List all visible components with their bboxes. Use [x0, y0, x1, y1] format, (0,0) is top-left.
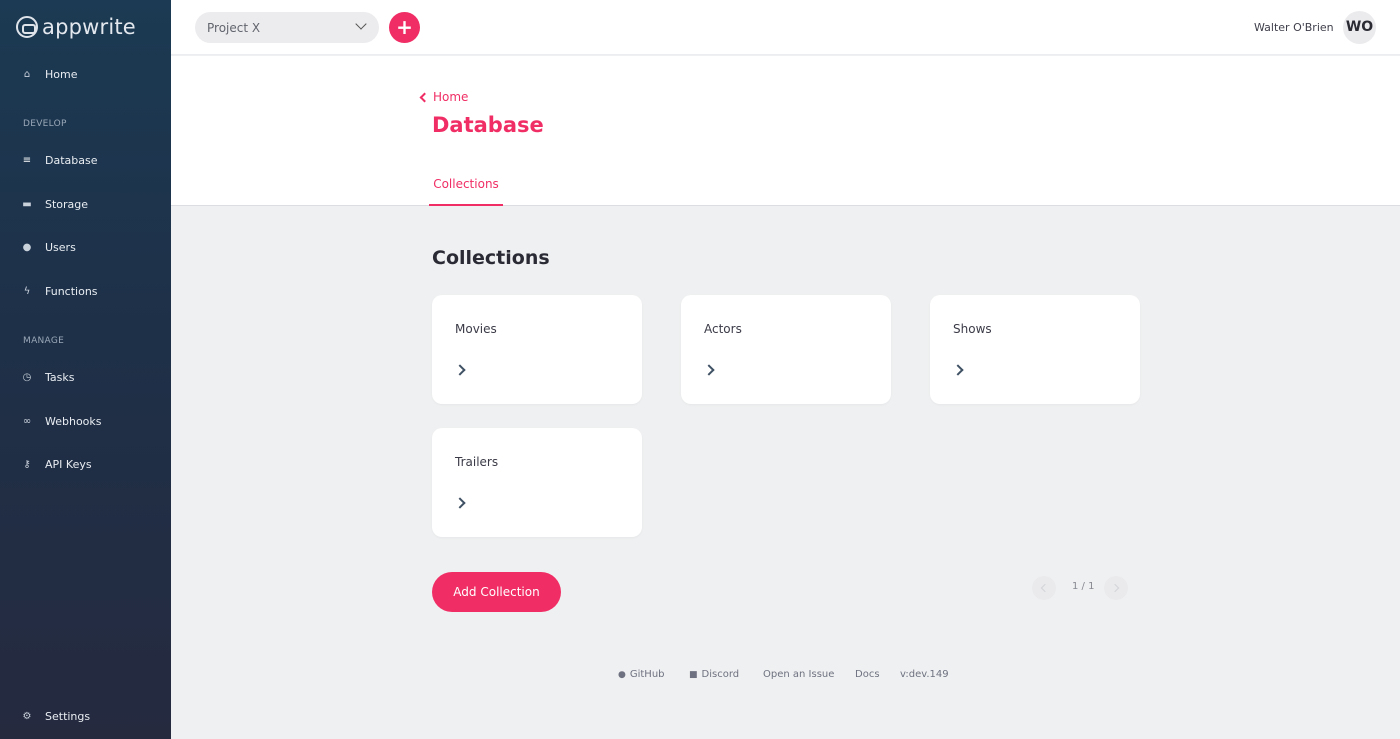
sidebar: appwrite ⌂ Home DEVELOP ≡ Database ▬ Sto…	[0, 0, 171, 739]
pagination-status: 1 / 1	[1072, 581, 1095, 592]
sidebar-item-label: Storage	[45, 198, 89, 211]
folder-icon: ▬	[22, 199, 32, 210]
breadcrumb-back-link[interactable]: Home	[419, 90, 469, 104]
sidebar-item-users[interactable]: ● Users	[21, 241, 76, 254]
sidebar-item-label: Functions	[45, 285, 98, 298]
collection-name: Movies	[455, 322, 497, 336]
sidebar-item-tasks[interactable]: ◷ Tasks	[21, 371, 75, 384]
sidebar-item-api-keys[interactable]: ⚷ API Keys	[21, 458, 92, 471]
sidebar-item-database[interactable]: ≡ Database	[21, 154, 98, 167]
github-icon: ●	[618, 669, 626, 680]
chevron-down-icon	[355, 18, 367, 30]
chevron-left-icon	[1040, 583, 1050, 593]
footer-github-label: GitHub	[629, 669, 665, 680]
key-icon: ⚷	[23, 459, 31, 470]
chevron-right-icon	[952, 364, 964, 376]
footer-version: v:dev.149	[900, 669, 949, 680]
home-icon: ⌂	[23, 69, 31, 80]
chevron-right-icon	[454, 364, 466, 376]
link-icon: ∞	[22, 416, 32, 427]
user-name[interactable]: Walter O'Brien	[1254, 21, 1334, 34]
collection-name: Shows	[953, 322, 992, 336]
clock-icon: ◷	[22, 372, 32, 383]
footer-discord-link[interactable]: ■ Discord	[689, 669, 739, 680]
pagination-next-button[interactable]	[1104, 576, 1128, 600]
logo-text: appwrite	[42, 15, 136, 39]
footer-discord-label: Discord	[701, 669, 740, 680]
sidebar-item-label: API Keys	[45, 458, 92, 471]
chevron-right-icon	[454, 497, 466, 509]
section-title: Collections	[432, 247, 550, 269]
chevron-right-icon	[1110, 583, 1120, 593]
gear-icon: ⚙	[22, 711, 32, 722]
page-header: Home Database Collections	[171, 56, 1400, 206]
page-title: Database	[432, 113, 544, 137]
sidebar-item-webhooks[interactable]: ∞ Webhooks	[21, 415, 102, 428]
footer-issue-link[interactable]: Open an Issue	[763, 669, 834, 680]
pagination-prev-button[interactable]	[1032, 576, 1056, 600]
collection-card-shows[interactable]: Shows	[930, 295, 1140, 404]
collection-card-actors[interactable]: Actors	[681, 295, 891, 404]
bolt-icon: ϟ	[23, 286, 31, 297]
sidebar-item-label: Tasks	[45, 371, 75, 384]
sidebar-item-label: Settings	[45, 710, 91, 723]
chevron-left-icon	[419, 92, 430, 103]
sidebar-item-functions[interactable]: ϟ Functions	[21, 285, 98, 298]
sidebar-item-label: Webhooks	[45, 415, 102, 428]
users-icon: ●	[22, 242, 32, 253]
chevron-right-icon	[703, 364, 715, 376]
project-select[interactable]: Project X	[195, 12, 379, 43]
add-project-button[interactable]: +	[389, 12, 420, 43]
appwrite-logo[interactable]: appwrite	[16, 15, 136, 39]
collection-name: Actors	[704, 322, 742, 336]
footer-docs-link[interactable]: Docs	[855, 669, 880, 680]
appwrite-logo-icon	[16, 16, 38, 38]
sidebar-section-develop: DEVELOP	[23, 119, 67, 129]
database-icon: ≡	[22, 155, 32, 166]
back-link-label: Home	[433, 90, 469, 104]
sidebar-item-label: Database	[45, 154, 98, 167]
sidebar-item-storage[interactable]: ▬ Storage	[21, 198, 88, 211]
footer-github-link[interactable]: ● GitHub	[618, 669, 665, 680]
project-select-value: Project X	[207, 20, 261, 35]
sidebar-item-label: Home	[45, 68, 78, 81]
tab-collections[interactable]: Collections	[429, 170, 503, 206]
add-collection-button[interactable]: Add Collection	[432, 572, 561, 612]
collection-card-movies[interactable]: Movies	[432, 295, 642, 404]
collection-card-trailers[interactable]: Trailers	[432, 428, 642, 537]
sidebar-item-home[interactable]: ⌂ Home	[21, 68, 78, 81]
sidebar-item-label: Users	[45, 241, 76, 254]
sidebar-item-settings[interactable]: ⚙ Settings	[21, 710, 91, 723]
avatar[interactable]: WO	[1343, 11, 1376, 44]
sidebar-section-manage: MANAGE	[23, 336, 65, 346]
collection-name: Trailers	[455, 455, 499, 469]
discord-icon: ■	[689, 669, 698, 680]
top-bar: Project X + Walter O'Brien WO	[171, 0, 1400, 55]
